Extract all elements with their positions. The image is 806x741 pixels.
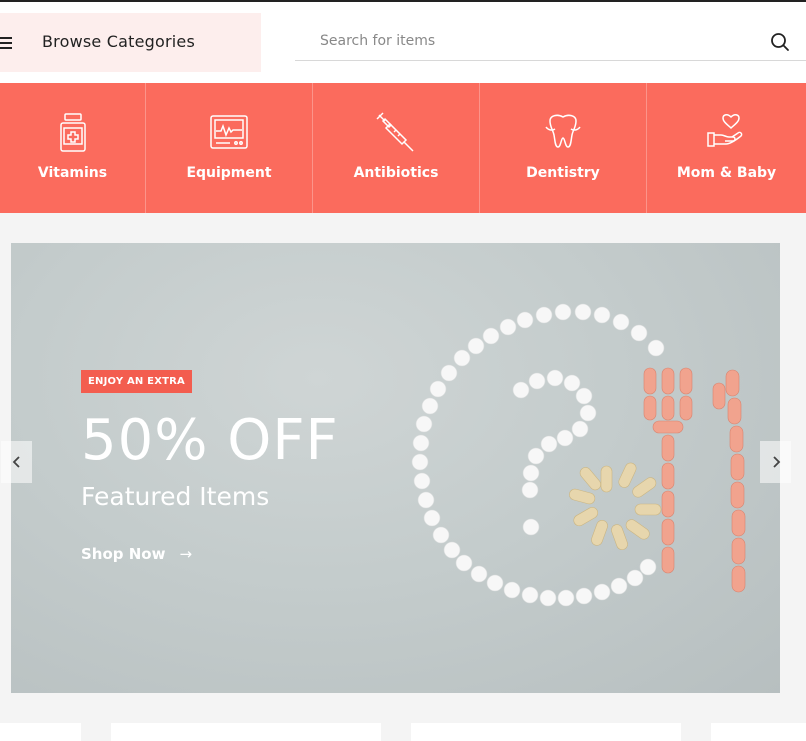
hamburger-menu-icon — [0, 36, 12, 50]
category-label: Antibiotics — [353, 165, 439, 181]
category-antibiotics[interactable]: Antibiotics — [313, 83, 480, 213]
browse-categories-button[interactable]: Browse Categories — [0, 13, 261, 72]
hero-subheadline: Featured Items — [81, 482, 270, 511]
hero-headline: 50% OFF — [81, 408, 339, 473]
category-bar: Vitamins Equipment Antibiotics Dentistry… — [0, 83, 806, 213]
category-label: Dentistry — [526, 165, 600, 181]
tooth-icon — [545, 114, 581, 148]
category-vitamins[interactable]: Vitamins — [0, 83, 146, 213]
syringe-icon — [376, 112, 414, 152]
category-label: Vitamins — [37, 165, 108, 181]
product-card[interactable] — [711, 723, 806, 741]
browse-categories-label: Browse Categories — [42, 32, 195, 51]
hand-heart-icon — [706, 114, 742, 147]
vitamin-bottle-icon — [59, 113, 86, 152]
category-label: Mom & Baby — [676, 165, 777, 181]
promo-badge: ENJOY AN EXTRA — [81, 370, 192, 393]
shop-now-link[interactable]: Shop Now → — [81, 545, 192, 563]
search-icon[interactable] — [770, 32, 790, 52]
category-label: Equipment — [186, 165, 272, 181]
product-cards-row — [0, 723, 806, 741]
product-card[interactable] — [0, 723, 81, 741]
category-dentistry[interactable]: Dentistry — [480, 83, 647, 213]
slider-prev-button[interactable] — [1, 441, 32, 483]
hero-banner: ENJOY AN EXTRA 50% OFF Featured Items Sh… — [11, 243, 780, 693]
arrow-right-icon: → — [179, 545, 193, 563]
chevron-left-icon — [12, 456, 20, 468]
search-input[interactable] — [295, 22, 755, 60]
category-mom-baby[interactable]: Mom & Baby — [647, 83, 806, 213]
product-card[interactable] — [411, 723, 681, 741]
slider-next-button[interactable] — [760, 441, 791, 483]
product-card[interactable] — [111, 723, 381, 741]
shop-now-label: Shop Now — [81, 545, 166, 563]
category-equipment[interactable]: Equipment — [146, 83, 313, 213]
monitor-icon — [210, 115, 248, 149]
header: Browse Categories — [0, 2, 806, 83]
search-bar — [295, 22, 806, 61]
chevron-right-icon — [772, 456, 780, 468]
pills-illustration — [411, 303, 746, 607]
